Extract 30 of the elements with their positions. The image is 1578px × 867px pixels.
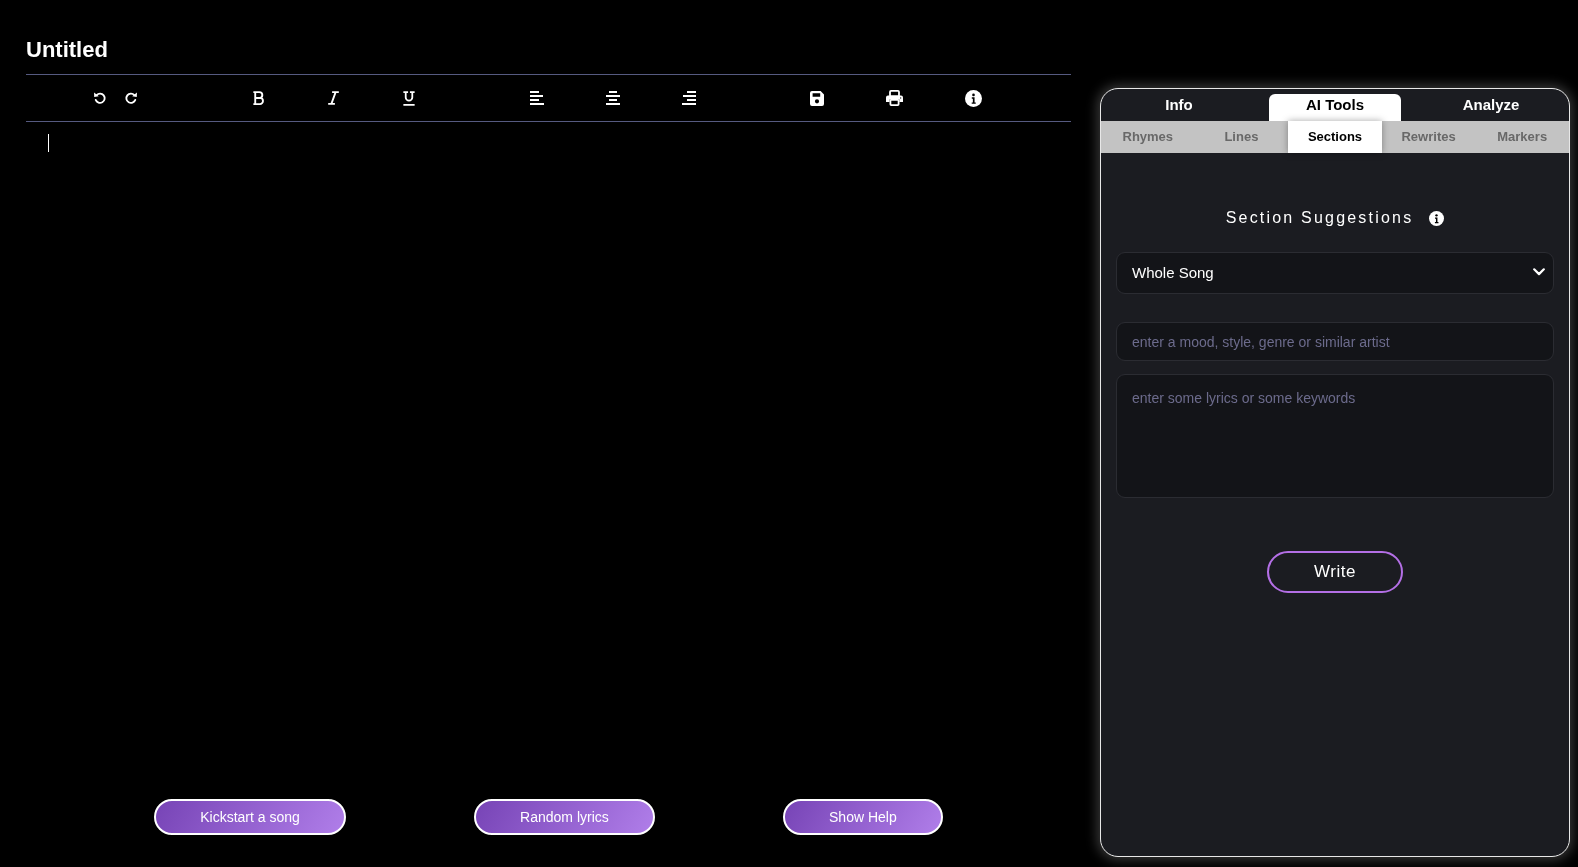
info-icon[interactable] — [1429, 211, 1445, 227]
subtab[interactable]: Lines — [1194, 121, 1289, 153]
align-center-icon[interactable] — [606, 91, 620, 105]
align-right-icon[interactable] — [682, 91, 696, 105]
random-lyrics-button[interactable]: Random lyrics — [474, 799, 655, 835]
subtab[interactable]: Sections — [1288, 121, 1382, 153]
subtab[interactable]: Markers — [1475, 121, 1569, 153]
undo-icon[interactable] — [93, 91, 107, 105]
panel-tab[interactable]: Info — [1101, 89, 1257, 121]
printer-icon[interactable] — [886, 90, 903, 106]
lyrics-input-field[interactable]: enter some lyrics or some keywords — [1116, 374, 1554, 498]
panel-tab[interactable]: Analyze — [1413, 89, 1569, 121]
align-left-icon[interactable] — [530, 91, 544, 105]
help-button[interactable]: Show Help — [783, 799, 943, 835]
info-icon[interactable] — [965, 89, 982, 107]
panel-tab[interactable]: AI Tools — [1269, 94, 1401, 121]
write-button[interactable]: Write — [1267, 551, 1403, 593]
chevron-down-icon — [1533, 268, 1545, 276]
subtab[interactable]: Rhymes — [1101, 121, 1195, 153]
italic-icon[interactable] — [327, 91, 340, 105]
save-icon[interactable] — [810, 90, 824, 106]
style-input-field[interactable]: enter a mood, style, genre or similar artist — [1116, 322, 1554, 361]
underline-icon[interactable] — [402, 90, 416, 106]
section-dropdown[interactable]: Whole Song — [1116, 252, 1554, 294]
subtab[interactable]: Rewrites — [1381, 121, 1476, 153]
section-heading: Section Suggestions — [1225, 208, 1414, 228]
kickstart-button[interactable]: Kickstart a song — [154, 799, 346, 835]
bold-icon[interactable] — [252, 91, 265, 105]
redo-icon[interactable] — [124, 91, 138, 105]
document-title: Untitled — [26, 37, 109, 63]
